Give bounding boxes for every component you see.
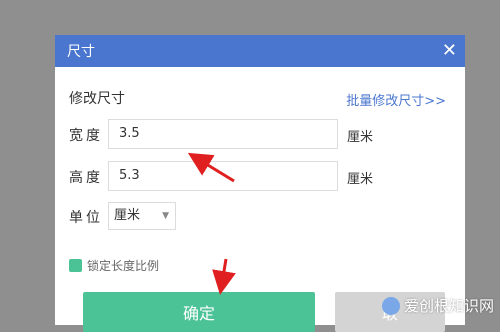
width-unit: 厘米 (347, 130, 374, 145)
lock-ratio-label: 锁定长度比例 (87, 259, 160, 273)
section-title: 修改尺寸 (69, 91, 125, 107)
dropdown-arrow-icon: ▼ (162, 211, 169, 221)
size-dialog: 尺寸 ✕ 修改尺寸 批量修改尺寸>> 宽度 3.5 厘米 高度 5.3 厘米 单… (55, 35, 465, 332)
close-icon[interactable]: ✕ (442, 42, 457, 60)
unit-select[interactable]: 厘米 ▼ (108, 202, 176, 230)
unit-label: 单位 (69, 210, 103, 226)
height-unit: 厘米 (347, 172, 374, 187)
confirm-button-label: 确定 (182, 304, 215, 323)
batch-resize-link[interactable]: 批量修改尺寸>> (346, 90, 446, 109)
height-input[interactable]: 5.3 (108, 161, 338, 191)
unit-select-value: 厘米 (114, 208, 141, 223)
lock-ratio-row[interactable]: 锁定长度比例 (69, 257, 159, 274)
watermark: 爱创根知识网 (381, 295, 494, 316)
checkbox-icon[interactable] (69, 259, 82, 272)
dialog-title: 尺寸 (67, 44, 95, 60)
dialog-titlebar: 尺寸 ✕ (55, 35, 465, 67)
height-label: 高度 (69, 170, 103, 186)
watermark-text: 爱创根知识网 (403, 297, 494, 315)
watermark-logo-icon (381, 296, 400, 315)
width-input[interactable]: 3.5 (108, 119, 338, 149)
confirm-button[interactable]: 确定 (83, 292, 315, 332)
width-label: 宽度 (69, 128, 103, 144)
